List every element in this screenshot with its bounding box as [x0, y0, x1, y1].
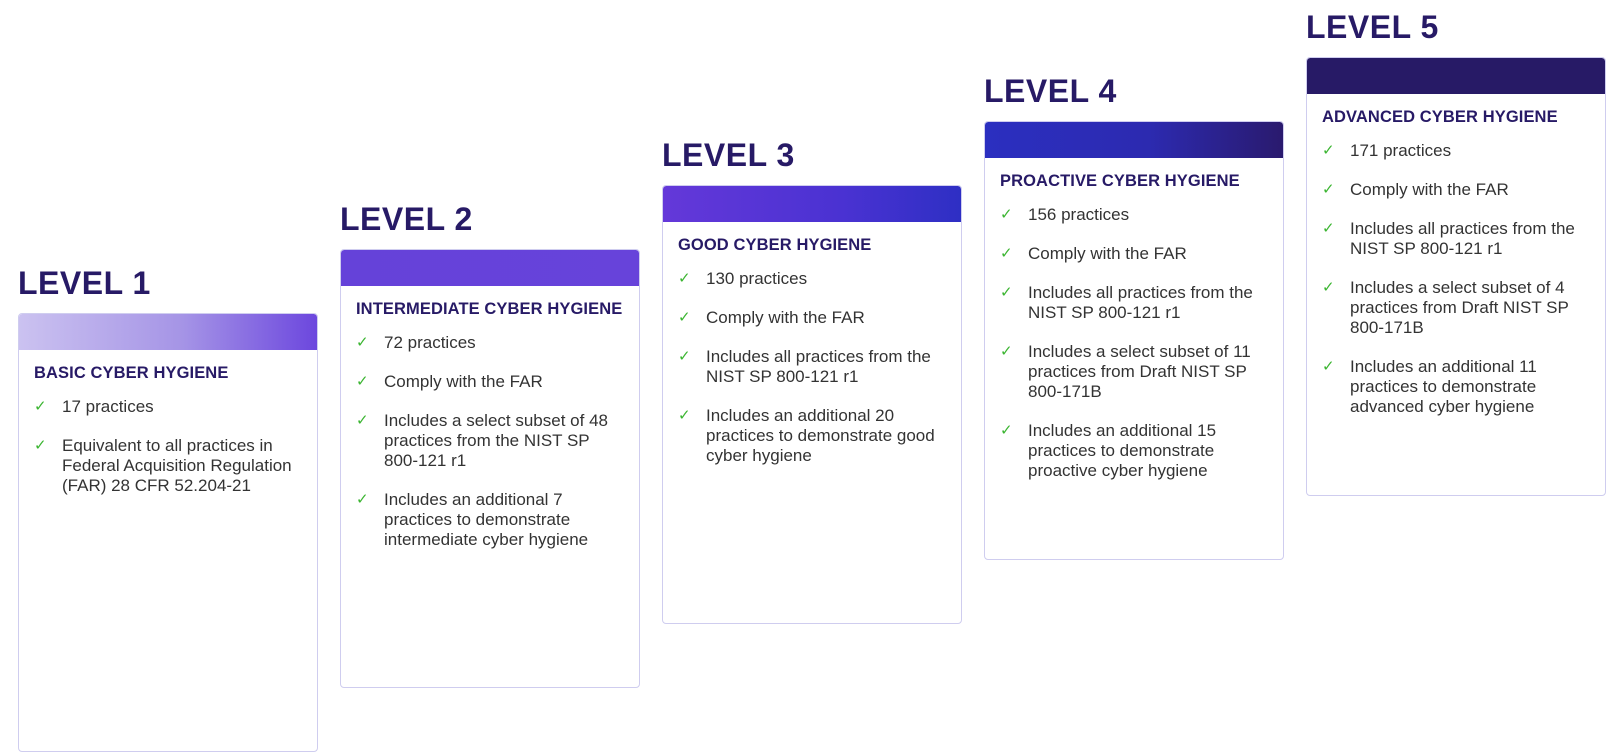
practice-item: ✓ Includes all practices from the NIST SP… — [678, 347, 946, 387]
checkmark-icon: ✓ — [356, 334, 369, 351]
card-heading: GOOD CYBER HYGIENE — [678, 236, 872, 254]
practice-item: ✓ Includes all practices from the NIST SP… — [1322, 219, 1590, 259]
level-card: INTERMEDIATE CYBER HYGIENE ✓ 72 practices… — [340, 249, 640, 688]
practice-text: Comply with the FAR — [1350, 180, 1509, 199]
practice-text: Includes a select subset of 4 practices … — [1350, 278, 1569, 337]
practice-text: Equivalent to all practices in Federal A… — [62, 436, 292, 495]
checkmark-icon: ✓ — [1000, 284, 1013, 301]
practice-text: 171 practices — [1350, 141, 1452, 160]
practice-item: ✓ 17 practices — [34, 397, 302, 417]
practice-item: ✓ Includes a select subset of 11 practice… — [1000, 342, 1268, 402]
practice-text: Comply with the FAR — [1028, 244, 1187, 263]
card-heading: INTERMEDIATE CYBER HYGIENE — [356, 300, 623, 318]
practice-text: Comply with the FAR — [706, 308, 865, 327]
checkmark-icon: ✓ — [1322, 220, 1335, 237]
level-title: LEVEL 2 — [340, 201, 473, 237]
checkmark-icon: ✓ — [1000, 245, 1013, 262]
practice-text: Includes an additional 20 practices to d… — [706, 406, 935, 465]
checkmark-icon: ✓ — [678, 348, 691, 365]
card-header-bar — [985, 122, 1283, 158]
practice-item: ✓ 156 practices — [1000, 205, 1268, 225]
level-card: ADVANCED CYBER HYGIENE ✓ 171 practices ✓ Co… — [1306, 57, 1606, 496]
practice-text: Includes all practices from the NIST SP … — [706, 347, 931, 386]
level-title: LEVEL 1 — [18, 265, 151, 301]
level-title: LEVEL 5 — [1306, 9, 1439, 45]
practice-list: ✓ 72 practices ✓ Comply with the FAR ✓ Includ… — [356, 333, 624, 550]
practice-item: ✓ Includes an additional 15 practices to … — [1000, 421, 1268, 481]
practice-text: 72 practices — [384, 333, 476, 352]
practice-text: Includes all practices from the NIST SP … — [1028, 283, 1253, 322]
practice-item: ✓ Includes an additional 7 practices to d… — [356, 490, 624, 550]
practice-item: ✓ Comply with the FAR — [1000, 244, 1268, 264]
practice-item: ✓ 72 practices — [356, 333, 624, 353]
checkmark-icon: ✓ — [356, 412, 369, 429]
checkmark-icon: ✓ — [1000, 422, 1013, 439]
practice-text: Includes all practices from the NIST SP … — [1350, 219, 1575, 258]
practice-item: ✓ Comply with the FAR — [356, 372, 624, 392]
practice-item: ✓ 171 practices — [1322, 141, 1590, 161]
practice-text: 130 practices — [706, 269, 808, 288]
checkmark-icon: ✓ — [1322, 142, 1335, 159]
card-heading: BASIC CYBER HYGIENE — [34, 364, 229, 382]
checkmark-icon: ✓ — [1000, 206, 1013, 223]
card-heading: ADVANCED CYBER HYGIENE — [1322, 108, 1558, 126]
practice-text: Includes an additional 15 practices to d… — [1028, 421, 1217, 480]
level-card: BASIC CYBER HYGIENE ✓ 17 practices ✓ Equiva… — [18, 313, 318, 752]
practice-text: Includes an additional 7 practices to de… — [384, 490, 589, 549]
checkmark-icon: ✓ — [678, 270, 691, 287]
practice-text: Comply with the FAR — [384, 372, 543, 391]
practice-item: ✓ Includes an additional 11 practices to … — [1322, 357, 1590, 417]
practice-item: ✓ Includes an additional 20 practices to … — [678, 406, 946, 466]
checkmark-icon: ✓ — [1322, 358, 1335, 375]
practice-list: ✓ 130 practices ✓ Comply with the FAR ✓ Inclu… — [678, 269, 946, 466]
practice-list: ✓ 17 practices ✓ Equivalent to all practice… — [34, 397, 302, 496]
practice-text: 156 practices — [1028, 205, 1130, 224]
card-header-bar — [663, 186, 961, 222]
level-title: LEVEL 3 — [662, 137, 795, 173]
checkmark-icon: ✓ — [356, 491, 369, 508]
checkmark-icon: ✓ — [1322, 279, 1335, 296]
checkmark-icon: ✓ — [1000, 343, 1013, 360]
checkmark-icon: ✓ — [678, 407, 691, 424]
checkmark-icon: ✓ — [678, 309, 691, 326]
practice-item: ✓ Includes all practices from the NIST SP… — [1000, 283, 1268, 323]
checkmark-icon: ✓ — [34, 398, 47, 415]
checkmark-icon: ✓ — [34, 437, 47, 454]
level-card: GOOD CYBER HYGIENE ✓ 130 practices ✓ Comply… — [662, 185, 962, 624]
practice-item: ✓ Comply with the FAR — [1322, 180, 1590, 200]
practice-list: ✓ 156 practices ✓ Comply with the FAR ✓ Inclu… — [1000, 205, 1268, 481]
practice-item: ✓ Equivalent to all practices in Federal … — [34, 436, 302, 496]
practice-text: Includes a select subset of 11 practices… — [1028, 342, 1251, 401]
practice-text: Includes a select subset of 48 practices… — [384, 411, 608, 470]
card-header-bar — [19, 314, 317, 350]
checkmark-icon: ✓ — [356, 373, 369, 390]
practice-item: ✓ 130 practices — [678, 269, 946, 289]
level-card: PROACTIVE CYBER HYGIENE ✓ 156 practices ✓ C… — [984, 121, 1284, 560]
level-title: LEVEL 4 — [984, 73, 1117, 109]
card-header-bar — [1307, 58, 1605, 94]
card-heading: PROACTIVE CYBER HYGIENE — [1000, 172, 1240, 190]
practice-text: 17 practices — [62, 397, 154, 416]
practice-text: Includes an additional 11 practices to d… — [1350, 357, 1537, 416]
practice-list: ✓ 171 practices ✓ Comply with the FAR ✓ Inclu… — [1322, 141, 1590, 417]
card-header-bar — [341, 250, 639, 286]
practice-item: ✓ Includes a select subset of 48 practice… — [356, 411, 624, 471]
practice-item: ✓ Comply with the FAR — [678, 308, 946, 328]
checkmark-icon: ✓ — [1322, 181, 1335, 198]
practice-item: ✓ Includes a select subset of 4 practices… — [1322, 278, 1590, 338]
